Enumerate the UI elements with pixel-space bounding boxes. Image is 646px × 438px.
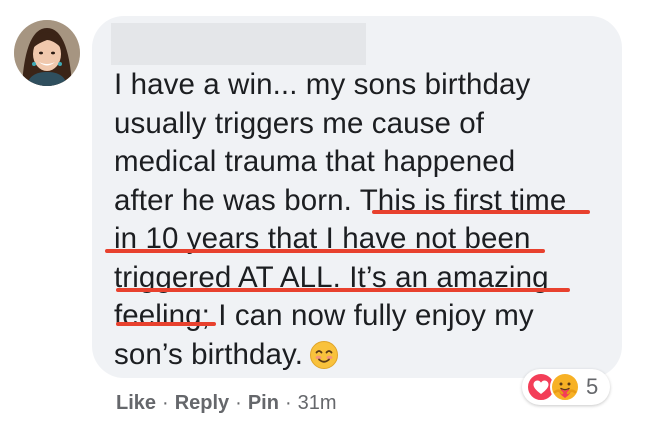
comment-actions: Like · Reply · Pin · 31m (116, 392, 337, 415)
smiling-face-icon (309, 340, 339, 381)
separator: · (284, 392, 292, 414)
highlight-underline (116, 288, 570, 292)
comment-text: I have a win... my sons birthday usually… (114, 66, 614, 380)
comment-line-text: son’s birthday. (114, 337, 303, 371)
author-name-redacted (111, 23, 366, 65)
avatar[interactable] (14, 20, 80, 86)
comment-line: I have a win... my sons birthday (114, 68, 531, 101)
separator: · (235, 392, 242, 414)
reply-button[interactable]: Reply (175, 392, 229, 414)
reactions-summary[interactable]: 5 (522, 369, 611, 405)
like-button[interactable]: Like (116, 392, 156, 414)
timestamp[interactable]: 31m (298, 392, 337, 414)
care-reaction-icon (550, 372, 580, 402)
comment-line: after he was born. This is first time (114, 183, 567, 217)
comment-line: usually triggers me cause of (114, 106, 485, 140)
comment-line: feeling; I can now fully enjoy my (114, 299, 534, 332)
separator: · (162, 392, 169, 414)
reaction-count: 5 (586, 374, 599, 399)
pin-button[interactable]: Pin (248, 392, 279, 414)
avatar-image (14, 20, 80, 86)
comment-line: medical trauma that happened (114, 145, 516, 178)
highlight-underline (116, 322, 216, 326)
highlight-underline (105, 249, 545, 253)
highlight-underline (372, 210, 590, 214)
